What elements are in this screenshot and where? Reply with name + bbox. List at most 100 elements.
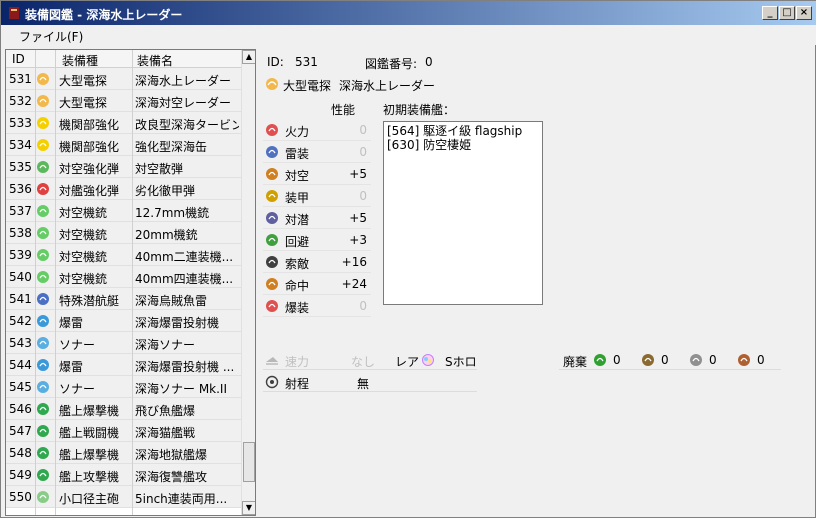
stat-row: 爆装 0 (263, 295, 371, 317)
stat-name: 爆装 (285, 301, 310, 315)
album-number-label: 図鑑番号: (365, 57, 418, 71)
row-name: 12.7mm機銃 (135, 206, 210, 220)
list-scrollbar[interactable]: ▲ ▼ (241, 50, 255, 515)
anti-air-icon (265, 167, 279, 181)
row-name: 深海烏賊魚雷 (135, 294, 208, 308)
album-number-value: 0 (425, 55, 433, 69)
row-id: 548 (9, 446, 32, 460)
aa-gun-icon (36, 270, 50, 284)
table-row[interactable]: 544 爆雷 深海爆雷投射機 ... (6, 354, 241, 376)
table-row[interactable]: 548 艦上爆撃機 深海地獄艦爆 (6, 442, 241, 464)
column-header-id[interactable]: ID (12, 52, 25, 66)
table-row[interactable]: 535 対空強化弾 対空散弾 (6, 156, 241, 178)
engine-icon (36, 116, 50, 130)
row-id: 541 (9, 292, 32, 306)
equipment-name: 深海水上レーダー (339, 79, 436, 93)
column-header-type[interactable]: 装備種 (62, 52, 98, 69)
rarity-value: Sホロ (445, 355, 477, 369)
scroll-up-button[interactable]: ▲ (242, 50, 255, 64)
speed-icon (266, 357, 278, 365)
fighter-icon (36, 424, 50, 438)
table-row[interactable]: 543 ソナー 深海ソナー (6, 332, 241, 354)
row-type: 機関部強化 (59, 118, 120, 132)
table-row[interactable]: 533 機関部強化 改良型深海タービン (6, 112, 241, 134)
minimize-button[interactable]: _ (762, 6, 778, 20)
row-name: 深海対空レーダー (135, 96, 232, 110)
submarine-icon (36, 292, 50, 306)
book-icon (9, 7, 19, 19)
table-row[interactable]: 534 機関部強化 強化型深海缶 (6, 134, 241, 156)
row-id: 537 (9, 204, 32, 218)
row-id: 540 (9, 270, 32, 284)
scroll-down-button[interactable]: ▼ (242, 501, 255, 515)
table-row[interactable]: 546 艦上爆撃機 飛び魚艦爆 (6, 398, 241, 420)
bombing-icon (265, 299, 279, 313)
stat-name: 索敵 (285, 257, 310, 271)
table-row[interactable]: 547 艦上戦闘機 深海猫艦戦 (6, 420, 241, 442)
range-label: 射程 (285, 377, 310, 391)
row-id: 549 (9, 468, 32, 482)
row-name: 5inch連装両用... (135, 492, 228, 506)
stat-row: 索敵 +16 (263, 251, 371, 273)
menu-file[interactable]: ファイル(F) (19, 28, 83, 45)
row-type: 爆雷 (59, 360, 84, 374)
row-id: 531 (9, 72, 32, 86)
equipment-list[interactable]: ID 装備種 装備名 531 大型電探 深海水上レーダー 532 大型電探 深海対空レーダ… (5, 49, 256, 516)
stat-value: 0 (359, 123, 367, 137)
menu-bar: ファイル(F) (1, 25, 816, 45)
table-row[interactable]: 550 小口径主砲 5inch連装両用... (6, 486, 241, 508)
sonar-icon (36, 336, 50, 350)
scrap-value: 0 (613, 353, 621, 367)
table-row[interactable]: 536 対艦強化弾 劣化徹甲弾 (6, 178, 241, 200)
stat-name: 回避 (285, 235, 310, 249)
close-button[interactable]: × (796, 6, 812, 20)
sonar-icon (36, 380, 50, 394)
row-type: 艦上攻撃機 (59, 470, 120, 484)
stat-row: 装甲 0 (263, 185, 371, 207)
row-type: ソナー (59, 382, 96, 396)
row-id: 534 (9, 138, 32, 152)
table-row[interactable]: 539 対空機銃 40mm二連装機... (6, 244, 241, 266)
table-row[interactable]: 537 対空機銃 12.7mm機銃 (6, 200, 241, 222)
table-row[interactable]: 549 艦上攻撃機 深海復讐艦攻 (6, 464, 241, 486)
row-type: 大型電探 (59, 74, 108, 88)
initial-ship-item[interactable]: [564] 駆逐イ級 flagship (387, 124, 539, 138)
table-row[interactable]: 541 特殊潜航艇 深海烏賊魚雷 (6, 288, 241, 310)
row-id: 539 (9, 248, 32, 262)
depth-charge-icon (36, 358, 50, 372)
table-row[interactable]: 542 爆雷 深海爆雷投射機 (6, 310, 241, 332)
row-id: 545 (9, 380, 32, 394)
ammo-icon (641, 353, 655, 367)
scrap-value: 0 (661, 353, 669, 367)
steel-icon (689, 353, 703, 367)
table-row[interactable]: 538 対空機銃 20mm機銃 (6, 222, 241, 244)
maximize-button[interactable]: □ (779, 6, 795, 20)
row-name: 飛び魚艦爆 (135, 404, 196, 418)
stat-value: +5 (349, 167, 367, 181)
range-icon (265, 375, 279, 389)
armor-icon (265, 189, 279, 203)
table-row[interactable]: 532 大型電探 深海対空レーダー (6, 90, 241, 112)
table-row[interactable]: 531 大型電探 深海水上レーダー (6, 68, 241, 90)
row-id: 538 (9, 226, 32, 240)
stat-row: 対潜 +5 (263, 207, 371, 229)
initial-ship-item[interactable]: [630] 防空棲姫 (387, 138, 539, 152)
column-header-name[interactable]: 装備名 (137, 52, 173, 69)
engine-icon (36, 138, 50, 152)
evasion-icon (265, 233, 279, 247)
scroll-thumb[interactable] (243, 442, 255, 482)
row-name: 深海爆雷投射機 ... (135, 360, 235, 374)
row-name: 深海ソナー Mk.II (135, 382, 228, 396)
stat-row: 雷装 0 (263, 141, 371, 163)
row-type: 対空機銃 (59, 228, 108, 242)
scrap-label: 廃棄 (563, 355, 588, 369)
stat-name: 火力 (285, 125, 310, 139)
detail-panel: ID: 531 図鑑番号: 0 大型電探 深海水上レーダー 性能 火力 0 雷装 0 対… (259, 49, 813, 516)
small-gun-icon (36, 490, 50, 504)
row-name: 劣化徹甲弾 (135, 184, 196, 198)
initial-ships-list[interactable]: [564] 駆逐イ級 flagship [630] 防空棲姫 (383, 121, 543, 305)
aa-gun-icon (36, 248, 50, 262)
table-row[interactable]: 540 対空機銃 40mm四連装機... (6, 266, 241, 288)
speed-label: 速力 (285, 355, 310, 369)
table-row[interactable]: 545 ソナー 深海ソナー Mk.II (6, 376, 241, 398)
